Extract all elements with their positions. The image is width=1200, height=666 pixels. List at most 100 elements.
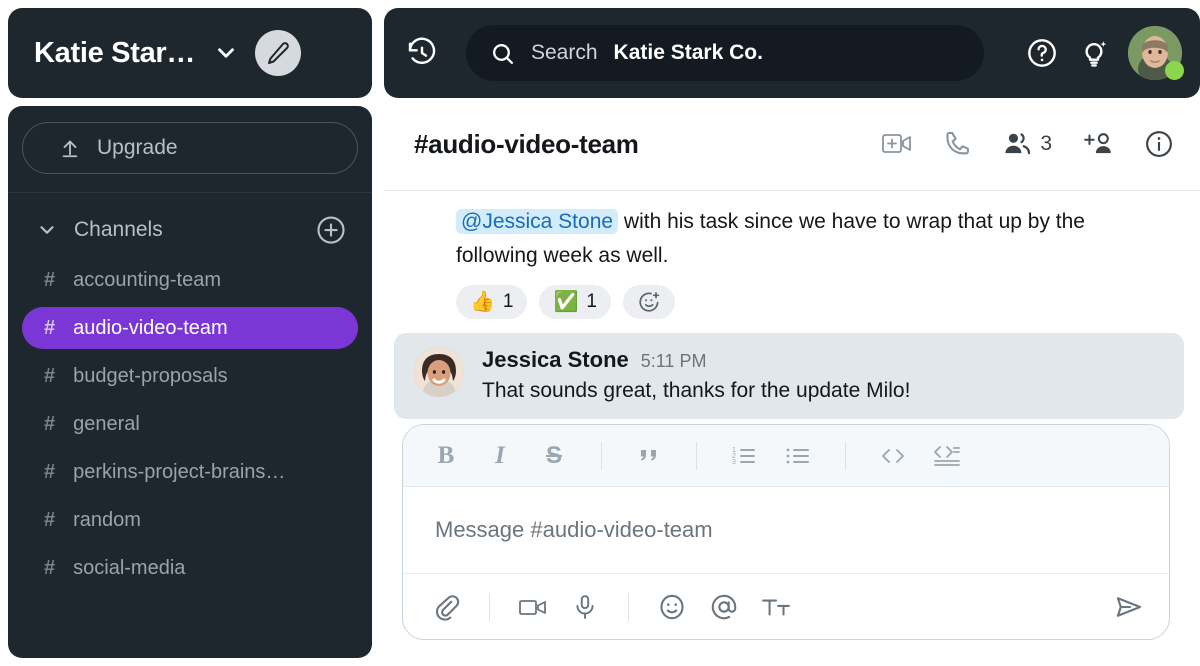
member-count-label: 3 — [1040, 132, 1052, 156]
sidebar-item-accounting-team[interactable]: # accounting-team — [22, 259, 358, 301]
pencil-compose-icon — [266, 41, 290, 65]
compose-message-button[interactable] — [255, 30, 301, 76]
channel-list: # accounting-team # audio-video-team # budget… — [8, 253, 372, 595]
toolbar-separator — [696, 442, 697, 470]
hash-icon: # — [44, 413, 55, 436]
user-mention[interactable]: @Jessica Stone — [456, 209, 618, 234]
hash-icon: # — [44, 557, 55, 580]
reaction-emoji: ✅ — [553, 292, 578, 312]
action-separator — [489, 593, 490, 621]
help-circle-icon[interactable] — [1026, 37, 1058, 69]
emoji-button[interactable] — [657, 592, 687, 622]
message-body: Jessica Stone 5:11 PM That sounds great,… — [482, 347, 1164, 403]
format-text-button[interactable] — [761, 592, 791, 622]
channel-label: social-media — [73, 557, 185, 580]
sidebar-item-audio-video-team[interactable]: # audio-video-team — [22, 307, 358, 349]
search-icon — [490, 41, 515, 66]
composer-format-toolbar: B I S 123 — [403, 425, 1169, 487]
action-separator — [628, 593, 629, 621]
sidebar-item-random[interactable]: # random — [22, 499, 358, 541]
message-text: That sounds great, thanks for the update… — [482, 379, 1164, 403]
message-text: @Jessica Stone with his task since we ha… — [456, 205, 1170, 273]
workspace-header[interactable]: Katie Star… — [8, 8, 372, 98]
chevron-down-icon[interactable] — [36, 219, 58, 241]
channel-label: perkins-project-brains… — [73, 461, 285, 484]
italic-button[interactable]: I — [485, 441, 515, 471]
channel-header: #audio-video-team 3 — [384, 98, 1200, 190]
channel-info-icon[interactable] — [1144, 129, 1174, 159]
reaction-emoji: 👍 — [470, 292, 495, 312]
toolbar-separator — [601, 442, 602, 470]
channel-label: budget-proposals — [73, 365, 228, 388]
audio-clip-button[interactable] — [570, 592, 600, 622]
add-reaction-icon[interactable] — [623, 285, 675, 319]
reaction-list: 👍1✅1 — [456, 285, 1170, 319]
hash-icon: # — [44, 269, 55, 292]
channels-section-header[interactable]: Channels — [8, 193, 372, 253]
hash-icon: # — [44, 509, 55, 532]
top-bar: Search Katie Stark Co. — [384, 8, 1200, 98]
composer-placeholder: Message #audio-video-team — [435, 517, 713, 543]
upgrade-label: Upgrade — [97, 136, 178, 160]
ordered-list-button[interactable]: 123 — [729, 441, 759, 471]
code-block-button[interactable] — [932, 441, 962, 471]
right-column: Search Katie Stark Co. — [380, 0, 1200, 666]
message-list: @Jessica Stone with his task since we ha… — [384, 190, 1200, 419]
message-composer: B I S 123 — [402, 424, 1170, 640]
sidebar-item-social-media[interactable]: # social-media — [22, 547, 358, 589]
blockquote-button[interactable] — [634, 441, 664, 471]
thumbsup-reaction[interactable]: 👍1 — [456, 285, 527, 319]
sidebar: Upgrade Channels # accounting-team # audio-… — [8, 106, 372, 658]
toolbar-separator — [845, 442, 846, 470]
strikethrough-button[interactable]: S — [539, 441, 569, 471]
slack-window: Katie Star… Upgrade — [0, 0, 1200, 666]
upload-arrow-icon — [59, 137, 81, 159]
search-placeholder: Search — [531, 41, 598, 65]
composer-action-bar — [403, 573, 1169, 639]
video-clip-button[interactable] — [518, 592, 548, 622]
sidebar-item-perkins-project-brains[interactable]: # perkins-project-brains… — [22, 451, 358, 493]
code-button[interactable] — [878, 441, 908, 471]
message-timestamp: 5:11 PM — [641, 351, 707, 372]
check-reaction[interactable]: ✅1 — [539, 285, 610, 319]
hash-icon: # — [44, 317, 55, 340]
message-author[interactable]: Jessica Stone — [482, 347, 629, 373]
left-column: Katie Star… Upgrade — [0, 0, 380, 666]
reaction-count: 1 — [503, 291, 514, 313]
upgrade-section: Upgrade — [8, 106, 372, 192]
mention-button[interactable] — [709, 592, 739, 622]
channels-section-title: Channels — [74, 218, 163, 242]
message-row-hovered[interactable]: Jessica Stone 5:11 PM That sounds great,… — [394, 333, 1184, 419]
message-input[interactable]: Message #audio-video-team — [403, 487, 1169, 573]
add-member-icon[interactable] — [1082, 130, 1114, 158]
bulleted-list-button[interactable] — [783, 441, 813, 471]
hash-icon: # — [44, 365, 55, 388]
search-scope-value: Katie Stark Co. — [614, 41, 763, 65]
svg-text:3: 3 — [732, 459, 736, 466]
channel-label: general — [73, 413, 140, 436]
call-phone-icon[interactable] — [944, 130, 972, 158]
hash-icon: # — [44, 461, 55, 484]
upgrade-button[interactable]: Upgrade — [22, 122, 358, 174]
channel-label: accounting-team — [73, 269, 221, 292]
start-huddle-video-icon[interactable] — [882, 130, 914, 158]
avatar[interactable] — [1128, 26, 1182, 80]
attach-file-button[interactable] — [431, 592, 461, 622]
message-continued: @Jessica Stone with his task since we ha… — [384, 191, 1200, 319]
chevron-down-icon[interactable] — [213, 40, 239, 66]
plus-circle-icon[interactable] — [316, 215, 346, 245]
sidebar-item-general[interactable]: # general — [22, 403, 358, 445]
channel-label: audio-video-team — [73, 317, 228, 340]
jessica-stone-avatar[interactable] — [414, 347, 464, 397]
channel-label: random — [73, 509, 141, 532]
bold-button[interactable]: B — [431, 441, 461, 471]
send-button[interactable] — [1113, 593, 1145, 621]
search-input[interactable]: Search Katie Stark Co. — [466, 25, 984, 81]
members-icon[interactable]: 3 — [1002, 130, 1052, 158]
sidebar-item-budget-proposals[interactable]: # budget-proposals — [22, 355, 358, 397]
reaction-count: 1 — [586, 291, 597, 313]
history-clock-icon[interactable] — [406, 37, 438, 69]
presence-indicator-online — [1165, 61, 1184, 80]
channel-title: #audio-video-team — [414, 129, 639, 160]
lightbulb-sparkle-icon[interactable] — [1078, 37, 1110, 69]
